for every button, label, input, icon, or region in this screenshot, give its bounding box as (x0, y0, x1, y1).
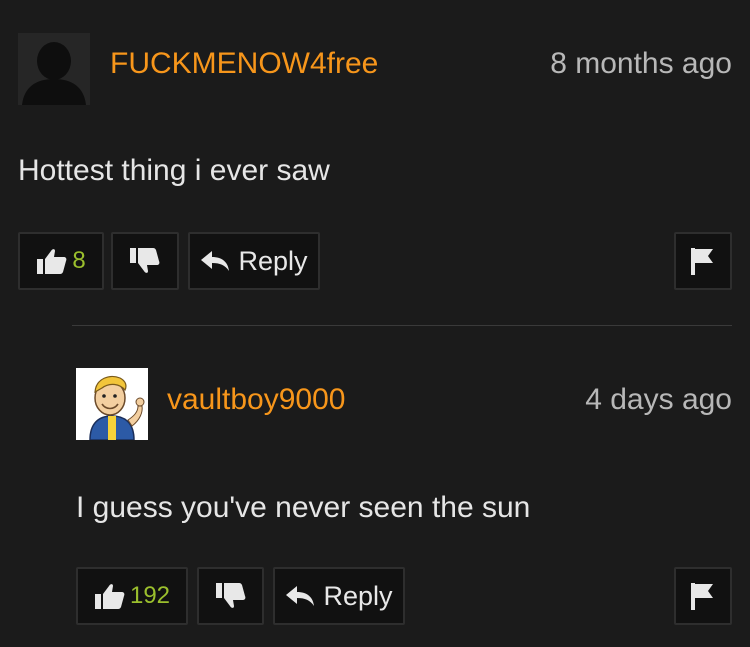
dislike-button[interactable] (197, 567, 264, 625)
reply-divider (72, 325, 732, 326)
flag-button[interactable] (674, 567, 732, 625)
thumbs-up-icon (94, 584, 125, 609)
thumbs-down-icon (215, 583, 245, 608)
comment-text: Hottest thing i ever saw (18, 154, 330, 187)
avatar[interactable] (18, 33, 90, 105)
like-button[interactable]: 192 (76, 567, 188, 625)
dislike-button[interactable] (111, 232, 179, 290)
vault-boy-avatar-icon (76, 368, 148, 440)
reply-button[interactable]: Reply (188, 232, 320, 290)
like-count: 192 (129, 582, 171, 609)
thumbs-down-icon (130, 248, 160, 273)
avatar[interactable] (76, 368, 148, 440)
comment-thread: FUCKMENOW4free 8 months ago Hottest thin… (0, 0, 750, 647)
reply-label: Reply (323, 580, 393, 611)
reply-label: Reply (238, 245, 308, 276)
reply-arrow-icon (201, 251, 230, 271)
reply-arrow-icon (286, 586, 315, 606)
comment-text: I guess you've never seen the sun (76, 491, 531, 524)
timestamp: 4 days ago (585, 383, 732, 416)
timestamp: 8 months ago (550, 47, 732, 80)
user-silhouette-icon (18, 33, 90, 105)
flag-button[interactable] (674, 232, 732, 290)
reply-button[interactable]: Reply (273, 567, 405, 625)
username-link[interactable]: FUCKMENOW4free (110, 46, 378, 82)
flag-icon (691, 248, 713, 275)
like-count: 8 (72, 247, 86, 274)
flag-icon (691, 583, 713, 610)
thumbs-up-icon (37, 249, 67, 274)
username-link[interactable]: vaultboy9000 (167, 382, 345, 418)
like-button[interactable]: 8 (18, 232, 104, 290)
